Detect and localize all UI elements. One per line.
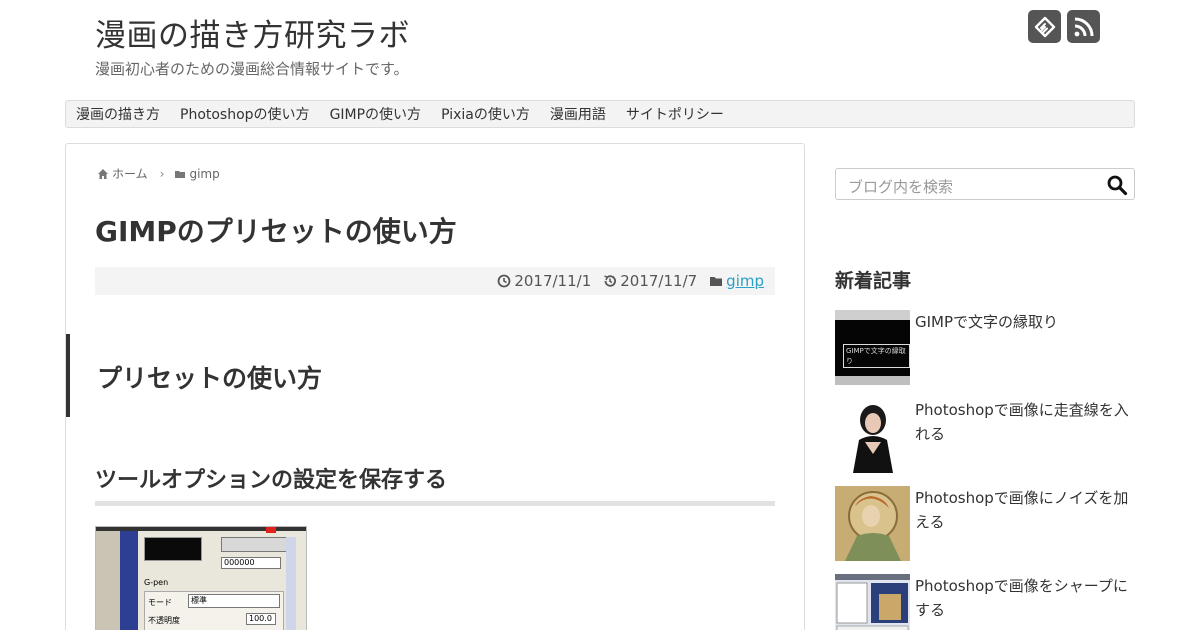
article-category: gimp	[709, 272, 764, 290]
category-link[interactable]: gimp	[726, 272, 764, 290]
screenshot-blue-bar	[120, 531, 138, 630]
chevron-right-icon: ›	[159, 166, 165, 181]
site-title[interactable]: 漫画の描き方研究ラボ	[95, 10, 410, 55]
breadcrumb: ホーム › gimp	[97, 165, 220, 182]
post-thumbnail[interactable]	[835, 398, 910, 473]
screenshot-mode-select: 標準	[188, 594, 280, 608]
screenshot-scrollbar	[286, 537, 296, 630]
history-icon	[604, 275, 617, 287]
recent-post-item[interactable]: Photoshopで画像にノイズを加える	[835, 486, 1135, 562]
thumb-strip-top	[835, 310, 910, 320]
updated-date: 2017/11/7	[603, 272, 697, 290]
post-thumbnail[interactable]	[835, 574, 910, 630]
software-thumb-art	[835, 574, 910, 630]
nav-item-site-policy[interactable]: サイトポリシー	[626, 104, 724, 124]
feedly-button[interactable]	[1028, 10, 1061, 43]
painting-thumb-art	[845, 491, 901, 561]
breadcrumb-home[interactable]: ホーム	[112, 165, 148, 182]
thumb-caption: GIMPで文字の縁取り	[843, 344, 910, 368]
recent-posts-heading: 新着記事	[835, 270, 912, 292]
article-title: GIMPのプリセットの使い方	[95, 215, 457, 248]
post-title[interactable]: GIMPで文字の縁取り	[915, 310, 1135, 334]
social-links	[1028, 10, 1100, 43]
recent-post-item[interactable]: GIMPで文字の縁取り GIMPで文字の縁取り	[835, 310, 1135, 386]
published-date-text: 2017/11/1	[514, 272, 592, 290]
post-thumbnail[interactable]	[835, 486, 910, 561]
published-date: 2017/11/1	[497, 272, 591, 290]
search-icon[interactable]	[1106, 174, 1128, 196]
rss-icon	[1074, 17, 1093, 36]
post-title[interactable]: Photoshopで画像に走査線を入れる	[915, 398, 1135, 446]
home-icon	[98, 168, 108, 179]
screenshot-left-column	[96, 531, 120, 630]
screenshot-opacity-value: 100.0	[246, 613, 276, 625]
site-description: 漫画初心者のための漫画総合情報サイトです。	[95, 60, 409, 78]
portrait-thumb-art	[853, 405, 893, 473]
article-card: ホーム › gimp GIMPのプリセットの使い方 2017/11/1 2017…	[65, 143, 805, 630]
screenshot-opacity-label: 不透明度	[148, 616, 180, 625]
rss-button[interactable]	[1067, 10, 1100, 43]
recent-post-item[interactable]: Photoshopで画像に走査線を入れる	[835, 398, 1135, 474]
nav-item-manga-terms[interactable]: 漫画用語	[550, 104, 606, 124]
updated-date-text: 2017/11/7	[620, 272, 698, 290]
screenshot-brush-name: G-pen	[144, 578, 169, 587]
nav-item-manga-drawing[interactable]: 漫画の描き方	[76, 104, 160, 124]
h2-accent-bar	[66, 334, 70, 417]
subsection-underline	[95, 501, 775, 506]
tool-options-screenshot[interactable]: 000000 G-pen モード 標準 不透明度 100.0	[95, 526, 307, 630]
recent-post-item[interactable]: Photoshopで画像をシャープにする	[835, 574, 1135, 630]
folder-icon	[710, 277, 723, 286]
breadcrumb-category[interactable]: gimp	[189, 167, 219, 181]
search-box[interactable]: ブログ内を検索	[835, 168, 1135, 200]
article-meta: 2017/11/1 2017/11/7 gimp	[95, 267, 775, 295]
section-heading: プリセットの使い方	[97, 364, 323, 393]
screenshot-field: 000000	[221, 557, 281, 569]
global-nav: 漫画の描き方 Photoshopの使い方 GIMPの使い方 Pixiaの使い方 …	[65, 100, 1135, 128]
post-thumbnail[interactable]: GIMPで文字の縁取り	[835, 310, 910, 385]
post-title[interactable]: Photoshopで画像にノイズを加える	[915, 486, 1135, 534]
feedly-icon	[1034, 16, 1055, 37]
screenshot-button	[221, 537, 293, 552]
nav-item-photoshop[interactable]: Photoshopの使い方	[180, 104, 310, 124]
thumb-strip-bottom	[835, 376, 910, 385]
subsection-heading: ツールオプションの設定を保存する	[95, 468, 448, 493]
screenshot-mode-label: モード	[148, 598, 172, 607]
nav-item-gimp[interactable]: GIMPの使い方	[330, 104, 422, 124]
screenshot-color-box	[144, 537, 202, 561]
clock-icon	[497, 274, 511, 288]
folder-icon	[175, 170, 186, 178]
screenshot-red-swatch	[266, 527, 276, 533]
search-placeholder: ブログ内を検索	[848, 178, 954, 196]
post-title[interactable]: Photoshopで画像をシャープにする	[915, 574, 1135, 622]
nav-item-pixia[interactable]: Pixiaの使い方	[441, 104, 530, 124]
